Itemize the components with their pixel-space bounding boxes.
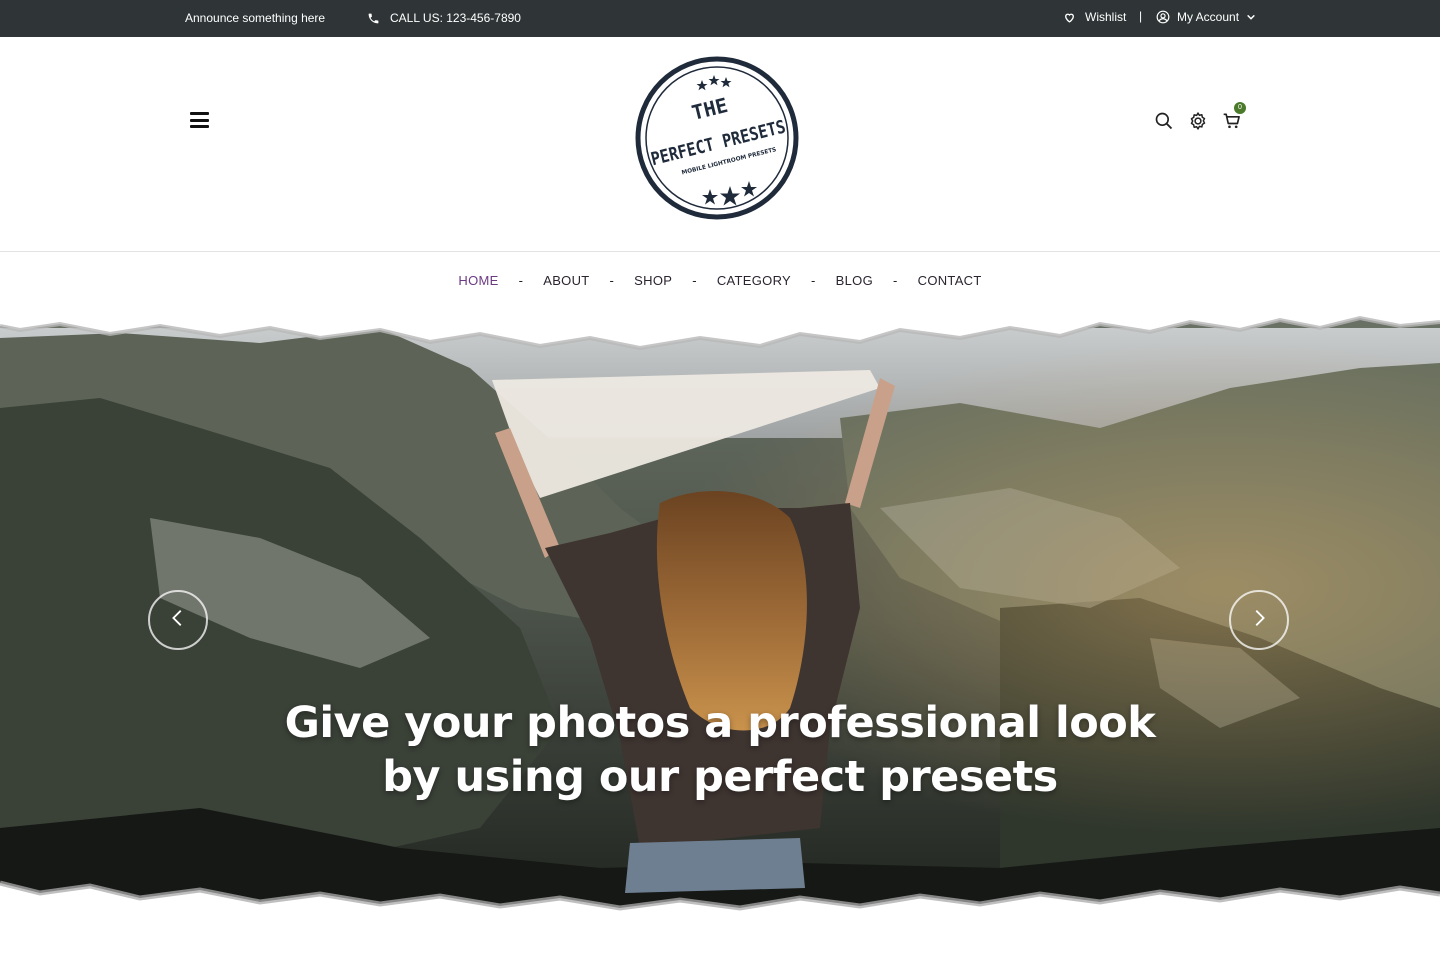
nav-item-blog[interactable]: BLOG	[836, 273, 873, 288]
heart-icon	[1063, 11, 1076, 24]
hero-title: Give your photos a professional look by …	[0, 696, 1440, 804]
phone-icon	[367, 12, 380, 25]
header-icons: 0	[1154, 102, 1246, 131]
nav-item-contact[interactable]: CONTACT	[918, 273, 982, 288]
nav-item-home[interactable]: HOME	[458, 273, 498, 288]
site-logo[interactable]: THE PERFECT PRESETS MOBILE LIGHTROOM PRE…	[632, 53, 802, 223]
chevron-right-icon	[1248, 607, 1270, 634]
hero-slider: Give your photos a professional look by …	[0, 308, 1440, 928]
hero-title-line1: Give your photos a professional look	[284, 698, 1156, 748]
site-header: THE PERFECT PRESETS MOBILE LIGHTROOM PRE…	[0, 37, 1440, 252]
hero-title-line2: by using our perfect presets	[382, 752, 1058, 802]
user-circle-icon	[1156, 10, 1170, 24]
my-account-dropdown[interactable]: My Account	[1156, 10, 1256, 24]
cart-icon[interactable]: 0	[1222, 102, 1246, 131]
nav-item-about[interactable]: ABOUT	[543, 273, 589, 288]
hamburger-icon[interactable]	[190, 112, 209, 128]
slider-next-button[interactable]	[1229, 590, 1289, 650]
main-nav: HOME - ABOUT - SHOP - CATEGORY - BLOG - …	[0, 252, 1440, 308]
chevron-down-icon	[1246, 12, 1256, 22]
top-bar: Announce something here CALL US: 123-456…	[0, 0, 1440, 37]
wishlist-label: Wishlist	[1085, 10, 1127, 24]
phone-text: CALL US: 123-456-7890	[390, 11, 521, 25]
hero-image	[0, 308, 1440, 928]
chevron-left-icon	[167, 607, 189, 634]
topbar-separator: |	[1139, 9, 1143, 23]
announcement-text: Announce something here	[185, 11, 326, 25]
nav-item-category[interactable]: CATEGORY	[717, 273, 791, 288]
my-account-label: My Account	[1177, 10, 1240, 24]
nav-separator: -	[811, 272, 816, 288]
cart-count-badge: 0	[1234, 102, 1246, 114]
nav-item-shop[interactable]: SHOP	[634, 273, 672, 288]
nav-separator: -	[892, 272, 898, 288]
phone-info: CALL US: 123-456-7890	[367, 11, 521, 25]
gear-icon[interactable]	[1188, 111, 1208, 131]
wishlist-link[interactable]: Wishlist	[1063, 10, 1126, 24]
nav-separator: -	[518, 272, 524, 288]
nav-separator: -	[609, 272, 615, 288]
search-icon[interactable]	[1154, 111, 1174, 131]
slider-prev-button[interactable]	[148, 590, 208, 650]
nav-separator: -	[692, 272, 697, 288]
logo-line1: THE	[689, 93, 730, 125]
